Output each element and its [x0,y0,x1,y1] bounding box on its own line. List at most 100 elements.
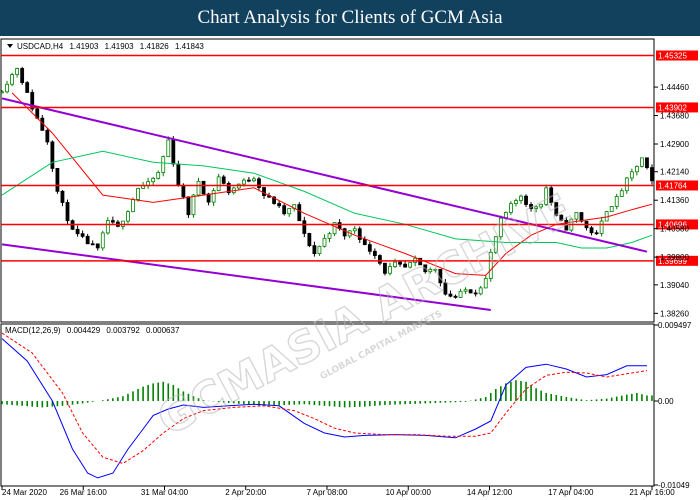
candle-body [156,172,161,179]
candle-body [599,220,604,234]
price-tick-label: 1.39040 [660,281,689,290]
time-tick-label: 17 Apr 04:00 [548,488,594,497]
candle-body [50,141,55,169]
candle-body [105,220,110,234]
price-header: USDCAD,H4 1.41903 1.41903 1.41826 1.4184… [7,42,204,51]
candle-body [262,187,266,197]
macd-header: MACD(12,26,9) 0.004429 0.003792 0.000637 [5,326,180,335]
candle-body [519,195,523,201]
candle-body [100,232,105,249]
candle-body [287,208,292,215]
svg-text:USDCAD,H4 1.41903: USDCAD,H4 1.41903 1.41903 1.41826 1.4184… [17,42,204,51]
candle-body [312,245,317,255]
candle-body [110,220,115,223]
candle-body [211,190,216,203]
candle-body [634,165,639,173]
symbol-label: USDCAD,H4 [17,42,64,51]
price-tick-label: 1.42900 [660,140,689,149]
time-tick-label: 7 Apr 08:00 [307,488,348,497]
candle-body [95,243,100,249]
time-tick-label: 14 Apr 12:00 [467,488,513,497]
candle-body [252,178,256,182]
candle-body [514,200,518,205]
candle-body [579,212,584,222]
macd-tick-label: 0.009497 [658,321,692,330]
candle-body [55,167,60,192]
candle-body [186,196,191,216]
candle-body [126,211,130,222]
price-tick-label: 1.43680 [660,112,689,121]
candle-body [282,205,287,215]
candle-body [302,220,307,234]
candle-body [166,139,171,158]
candle-body [378,255,382,264]
candle-body [85,235,90,245]
price-tick-label: 1.44460 [660,83,689,92]
time-tick-label: 10 Apr 00:00 [386,488,432,497]
candle-body [75,228,80,235]
candle-body [136,188,140,200]
macd-main-value: 0.004429 [67,326,101,335]
candle-body [624,177,629,192]
candle-body [619,190,624,197]
candle-body [473,292,478,295]
close-value: 1.41843 [175,42,204,51]
candle-body [5,83,9,93]
candle-body [15,68,20,75]
time-tick-label: 24 Mar 2020 [2,488,47,497]
candle-body [307,233,312,247]
time-tick-label: 31 Mar 04:00 [141,488,189,497]
candle-body [10,74,14,85]
banner-title: Chart Analysis for Clients of GCM Asia [0,0,700,36]
candle-body [246,179,251,182]
candle-body [468,289,473,294]
price-tick-label: 1.39800 [660,253,689,262]
price-tick-label: 1.41360 [660,196,689,205]
candle-body [171,139,176,165]
candle-body [151,177,156,183]
candle-body [131,198,135,213]
candle-body [90,243,95,246]
candle-body [45,129,50,143]
candle-body [398,261,402,265]
candle-body [372,250,377,256]
candle-body [640,157,644,167]
candle-body [297,204,302,222]
price-panel [0,38,655,323]
candle-body [614,196,619,207]
macd-histogram-value: 0.000637 [146,326,180,335]
macd-tick-label: -0.01049 [658,481,690,490]
level-label: 1.41764 [658,181,687,190]
candle-body [362,239,367,246]
candle-body [342,228,347,237]
candle-body [181,184,186,198]
candle-body [241,179,246,185]
time-tick-label: 2 Apr 20:00 [225,488,266,497]
price-tick-label: 1.42140 [660,168,689,177]
level-label: 1.45325 [658,52,687,61]
candle-body [327,233,332,239]
candle-body [609,206,614,213]
candle-body [367,244,372,252]
low-value: 1.41826 [140,42,169,51]
candle-body [322,237,327,247]
candle-body [589,227,594,234]
time-tick-label: 26 Mar 16:00 [60,488,108,497]
candle-body [176,163,181,186]
candle-body [650,167,654,182]
candle-body [65,202,70,222]
svg-text:MACD(12,26,9) 0.004429: MACD(12,26,9) 0.004429 0.003792 0.000637 [5,326,180,335]
candle-body [594,232,599,235]
candle-body [478,287,483,295]
candle-body [645,157,649,168]
price-tick-label: 1.38260 [660,309,689,318]
candle-body [277,203,282,207]
high-value: 1.41903 [105,42,134,51]
candle-body [393,261,397,268]
macd-tick-label: 0.00 [658,397,674,406]
candle-body [257,178,261,188]
candle-body [196,180,201,196]
candle-body [216,176,221,191]
candle-body [629,171,634,179]
chart: 1.453251.439021.417641.406961.396991.444… [0,38,698,497]
